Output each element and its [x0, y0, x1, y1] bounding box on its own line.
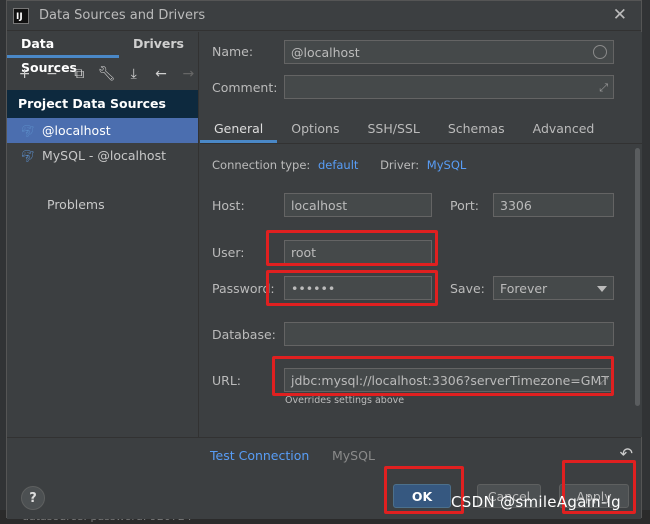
database-label: Database: [212, 327, 276, 342]
tab-advanced[interactable]: Advanced [519, 116, 609, 143]
url-value: jdbc:mysql://localhost:3306?serverTimezo… [291, 372, 609, 388]
test-connection-link[interactable]: Test Connection [210, 448, 309, 463]
driver-link[interactable]: MySQL [427, 158, 467, 172]
name-input[interactable]: @localhost [284, 40, 614, 64]
url-label: URL: [212, 373, 242, 388]
problems-item[interactable]: Problems [7, 197, 198, 212]
right-pane: Name: @localhost Comment: ⤢ General Opti… [200, 32, 642, 437]
user-input[interactable]: root [284, 240, 432, 264]
dialog-titlebar: IJ Data Sources and Drivers ✕ [7, 1, 641, 31]
tree-item-label: @localhost [42, 123, 111, 138]
password-label: Password: [212, 281, 275, 296]
dialog-title: Data Sources and Drivers [39, 8, 206, 23]
password-value: •••••• [291, 280, 336, 296]
tree-item-mysql-localhost[interactable]: 🐬︎ MySQL - @localhost [7, 143, 198, 168]
driver-label: Driver: [380, 158, 420, 172]
name-label: Name: [212, 44, 254, 59]
password-input[interactable]: •••••• [284, 276, 432, 300]
save-select[interactable]: Forever [493, 276, 614, 300]
import-icon[interactable]: ⤓ [124, 64, 143, 84]
host-value: localhost [291, 197, 348, 213]
connection-type-line: Connection type: default Driver: MySQL [212, 158, 466, 172]
editor-right-strip [642, 0, 650, 524]
help-button[interactable]: ? [21, 486, 45, 510]
wrench-icon[interactable]: 🔧︎ [97, 64, 116, 84]
data-sources-dialog: IJ Data Sources and Drivers ✕ Data Sourc… [6, 0, 642, 519]
close-icon[interactable]: ✕ [613, 6, 627, 24]
comment-input[interactable]: ⤢ [284, 75, 614, 99]
mysql-icon: 🐬︎ [20, 123, 36, 138]
forward-arrow-icon[interactable]: → [179, 64, 198, 84]
intellij-app-icon: IJ [13, 7, 29, 24]
save-label: Save: [450, 281, 485, 296]
url-input[interactable]: jdbc:mysql://localhost:3306?serverTimezo… [284, 368, 614, 392]
name-value: @localhost [291, 44, 360, 60]
minus-icon[interactable]: − [42, 64, 61, 84]
database-input[interactable] [284, 322, 614, 346]
port-label: Port: [450, 198, 479, 213]
tab-schemas[interactable]: Schemas [434, 116, 519, 143]
host-input[interactable]: localhost [284, 193, 432, 217]
tab-options[interactable]: Options [277, 116, 353, 143]
tree-item-localhost[interactable]: 🐬︎ @localhost [7, 118, 198, 143]
color-circle-icon[interactable] [593, 45, 607, 59]
host-label: Host: [212, 198, 245, 213]
revert-icon[interactable]: ↶ [620, 444, 633, 463]
project-data-sources-header: Project Data Sources [7, 90, 198, 118]
url-hint: Overrides settings above [285, 395, 405, 406]
tab-drivers[interactable]: Drivers [119, 32, 198, 58]
tab-data-sources[interactable]: Data Sources [7, 32, 119, 75]
connection-type-link[interactable]: default [318, 158, 358, 172]
copy-icon[interactable]: ⧉ [70, 64, 89, 84]
port-value: 3306 [500, 197, 532, 213]
left-pane: Data Sources Drivers + − ⧉ 🔧︎ ⤓ ← → Proj… [7, 32, 199, 437]
expand-icon[interactable]: ⤢ [599, 374, 608, 388]
comment-label: Comment: [212, 80, 278, 95]
user-label: User: [212, 245, 245, 260]
port-input[interactable]: 3306 [493, 193, 614, 217]
settings-tabs: General Options SSH/SSL Schemas Advanced [200, 116, 642, 144]
scrollbar[interactable] [635, 148, 640, 406]
connection-type-label: Connection type: [212, 158, 311, 172]
tree-item-label: MySQL - @localhost [42, 148, 166, 163]
ok-button[interactable]: OK [393, 484, 451, 508]
plus-icon[interactable]: + [15, 64, 34, 84]
expand-icon[interactable]: ⤢ [599, 81, 608, 95]
tab-general[interactable]: General [200, 116, 278, 143]
driver-name-label: MySQL [332, 448, 375, 463]
left-tabs: Data Sources Drivers [7, 32, 198, 75]
mysql-icon: 🐬︎ [20, 148, 36, 163]
csdn-watermark: CSDN @smileAgain-lg [451, 493, 621, 511]
tab-ssh-ssl[interactable]: SSH/SSL [354, 116, 434, 143]
chevron-down-icon [597, 286, 607, 292]
back-arrow-icon[interactable]: ← [151, 64, 170, 84]
user-value: root [291, 244, 317, 260]
save-value: Forever [500, 280, 548, 296]
